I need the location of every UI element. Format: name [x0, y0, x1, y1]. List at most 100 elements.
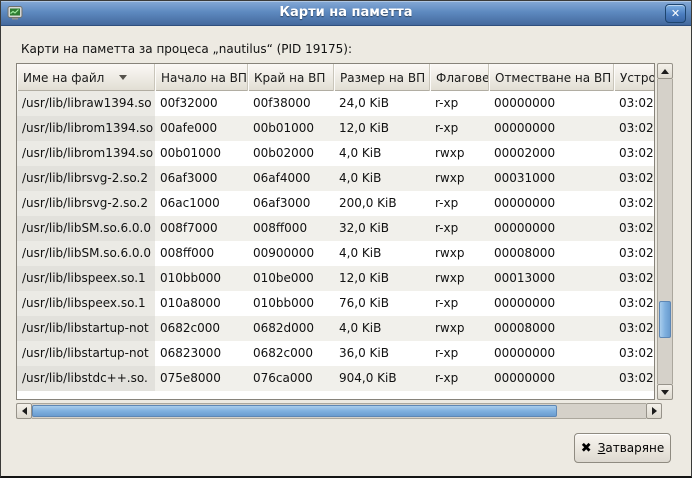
table-cell: 008f7000 — [155, 216, 248, 241]
table-cell: 32,0 KiB — [334, 216, 430, 241]
table-cell: r-xp — [430, 366, 489, 391]
column-header-device[interactable]: Устройство — [614, 64, 654, 91]
column-header-label: Край на ВП — [254, 65, 325, 91]
table-cell: 76,0 KiB — [334, 291, 430, 316]
table-cell: 00000000 — [489, 341, 614, 366]
horizontal-scrollbar-trough[interactable] — [32, 403, 646, 419]
close-icon: ✕ — [671, 7, 680, 20]
table-cell: 03:02 — [614, 341, 654, 366]
table-cell: /usr/lib/librsvg-2.so.2 — [17, 166, 155, 191]
table-row[interactable]: /usr/lib/libSM.so.6.0.0008ff000009000004… — [17, 241, 654, 266]
table-cell: 010be000 — [248, 266, 334, 291]
table-cell: 0682d000 — [248, 316, 334, 341]
window-close-button[interactable]: ✕ — [665, 4, 686, 23]
table-body: /usr/lib/libraw1394.so00f3200000f3800024… — [17, 91, 654, 391]
arrow-left-icon — [22, 407, 27, 415]
column-header-vm-start[interactable]: Начало на ВП — [155, 64, 248, 91]
table-row[interactable]: /usr/lib/librsvg-2.so.206af300006af40004… — [17, 166, 654, 191]
table-cell: 00afe000 — [155, 116, 248, 141]
table-cell: 010bb000 — [248, 291, 334, 316]
table-row[interactable]: /usr/lib/libstdc++.so.075e8000076ca00090… — [17, 366, 654, 391]
table-row[interactable]: /usr/lib/libraw1394.so00f3200000f3800024… — [17, 91, 654, 116]
column-header-filename[interactable]: Име на файл — [17, 64, 155, 91]
horizontal-scroll-thumb[interactable] — [32, 405, 557, 417]
sort-descending-icon — [119, 75, 127, 80]
column-header-vm-offset[interactable]: Отместване на ВП — [489, 64, 614, 91]
table-cell: rwxp — [430, 141, 489, 166]
table-cell: 03:02 — [614, 216, 654, 241]
table-cell: r-xp — [430, 116, 489, 141]
table-cell: r-xp — [430, 191, 489, 216]
column-header-label: Начало на ВП — [161, 65, 247, 91]
window-title: Карти на паметта — [1, 5, 691, 20]
close-button-x-icon: ✖ — [581, 442, 592, 455]
column-header-flags[interactable]: Флагове — [430, 64, 489, 91]
scroll-up-button[interactable] — [657, 63, 673, 79]
table-cell: /usr/lib/libstartup-not — [17, 316, 155, 341]
table-cell: 00b02000 — [248, 141, 334, 166]
table-cell: 4,0 KiB — [334, 141, 430, 166]
scroll-left-button[interactable] — [16, 403, 32, 419]
table-cell: /usr/lib/libstdc++.so. — [17, 366, 155, 391]
table-cell: /usr/lib/libSM.so.6.0.0 — [17, 216, 155, 241]
column-header-vm-size[interactable]: Размер на ВП — [334, 64, 430, 91]
table-cell: 00000000 — [489, 91, 614, 116]
table-row[interactable]: /usr/lib/libSM.so.6.0.0008f7000008ff0003… — [17, 216, 654, 241]
scroll-right-button[interactable] — [646, 403, 662, 419]
table-row[interactable]: /usr/lib/librom1394.so00b0100000b020004,… — [17, 141, 654, 166]
table-cell: 008ff000 — [155, 241, 248, 266]
table-cell: 4,0 KiB — [334, 241, 430, 266]
table-cell: 03:02 — [614, 141, 654, 166]
table-cell: 0682c000 — [155, 316, 248, 341]
table-cell: 06af4000 — [248, 166, 334, 191]
table-row[interactable]: /usr/lib/libstartup-not068230000682c0003… — [17, 341, 654, 366]
table-cell: 00000000 — [489, 366, 614, 391]
scroll-down-button[interactable] — [657, 384, 673, 400]
table-cell: 24,0 KiB — [334, 91, 430, 116]
arrow-right-icon — [652, 407, 657, 415]
memory-map-table[interactable]: Име на файл Начало на ВП Край на ВП Разм… — [16, 63, 655, 400]
table-header-row: Име на файл Начало на ВП Край на ВП Разм… — [17, 64, 654, 91]
table-cell: 06af3000 — [155, 166, 248, 191]
horizontal-scrollbar[interactable] — [16, 403, 662, 419]
table-cell: 4,0 KiB — [334, 166, 430, 191]
table-cell: 075e8000 — [155, 366, 248, 391]
table-cell: rwxp — [430, 241, 489, 266]
table-cell: 00000000 — [489, 116, 614, 141]
table-cell: 00900000 — [248, 241, 334, 266]
table-cell: r-xp — [430, 341, 489, 366]
vertical-scroll-thumb[interactable] — [659, 301, 671, 338]
table-cell: 03:02 — [614, 291, 654, 316]
table-cell: 36,0 KiB — [334, 341, 430, 366]
table-cell: 00b01000 — [155, 141, 248, 166]
table-cell: /usr/lib/libspeex.so.1 — [17, 291, 155, 316]
table-row[interactable]: /usr/lib/librom1394.so00afe00000b0100012… — [17, 116, 654, 141]
table-cell: 06af3000 — [248, 191, 334, 216]
table-row[interactable]: /usr/lib/librsvg-2.so.206ac100006af30002… — [17, 191, 654, 216]
close-button-label: Затваряне — [598, 441, 665, 455]
table-cell: /usr/lib/libraw1394.so — [17, 91, 155, 116]
column-header-label: Име на файл — [23, 65, 104, 91]
column-header-label: Устройство — [620, 65, 654, 91]
table-cell: /usr/lib/librom1394.so — [17, 116, 155, 141]
table-cell: /usr/lib/libstartup-not — [17, 341, 155, 366]
table-cell: 03:02 — [614, 266, 654, 291]
table-row[interactable]: /usr/lib/libspeex.so.1010bb000010be00012… — [17, 266, 654, 291]
table-cell: 03:02 — [614, 191, 654, 216]
column-header-vm-end[interactable]: Край на ВП — [248, 64, 334, 91]
table-cell: 00008000 — [489, 316, 614, 341]
table-cell: 00f38000 — [248, 91, 334, 116]
arrow-down-icon — [661, 390, 669, 395]
vertical-scrollbar-trough[interactable] — [657, 79, 673, 384]
titlebar[interactable]: Карти на паметта ✕ — [1, 1, 691, 26]
close-button[interactable]: ✖ Затваряне — [574, 433, 671, 463]
scrolled-window: Име на файл Начало на ВП Край на ВП Разм… — [16, 63, 673, 400]
arrow-up-icon — [661, 69, 669, 74]
table-cell: /usr/lib/libSM.so.6.0.0 — [17, 241, 155, 266]
table-row[interactable]: /usr/lib/libspeex.so.1010a8000010bb00076… — [17, 291, 654, 316]
table-cell: 00002000 — [489, 141, 614, 166]
table-row[interactable]: /usr/lib/libstartup-not0682c0000682d0004… — [17, 316, 654, 341]
column-header-label: Отместване на ВП — [495, 65, 611, 91]
vertical-scrollbar[interactable] — [657, 63, 673, 400]
table-cell: 0682c000 — [248, 341, 334, 366]
